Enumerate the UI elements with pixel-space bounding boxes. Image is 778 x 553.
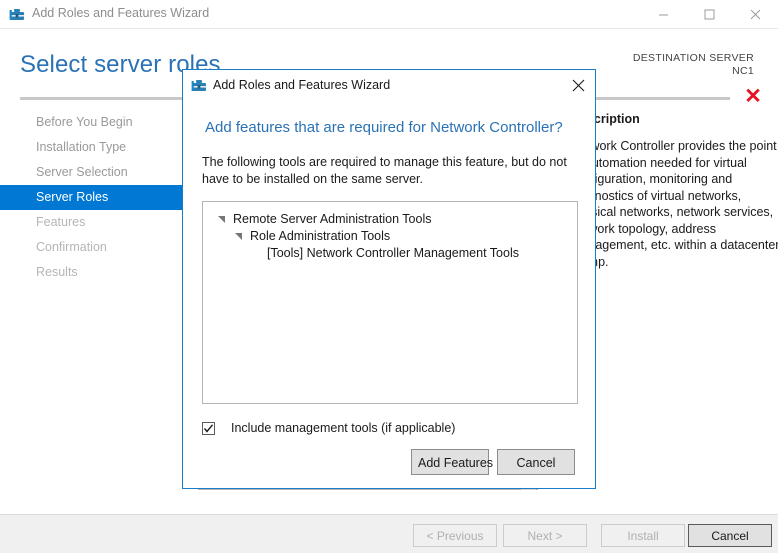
wizard-footer: < Previous Next > Install Cancel (0, 514, 778, 553)
minimize-icon (658, 14, 668, 15)
add-features-button[interactable]: Add Features (411, 449, 493, 475)
window-titlebar: Add Roles and Features Wizard (0, 0, 778, 29)
sidebar-item-results[interactable]: Results (0, 260, 182, 285)
sidebar-item-features[interactable]: Features (0, 210, 182, 235)
sidebar-item-installation-type[interactable]: Installation Type (0, 135, 182, 160)
next-button[interactable]: Next > (503, 524, 587, 547)
include-management-tools-row[interactable]: Include management tools (if applicable) (202, 419, 455, 437)
close-icon (750, 9, 760, 19)
tree-item-network-controller-management-tools[interactable]: [Tools] Network Controller Management To… (203, 245, 577, 262)
dialog-title: Add Roles and Features Wizard (213, 78, 391, 92)
toolbox-icon (9, 6, 25, 22)
required-features-tree[interactable]: Remote Server Administration Tools Role … (202, 201, 578, 404)
error-marker-icon: ✕ (744, 85, 762, 108)
sidebar-item-server-selection[interactable]: Server Selection (0, 160, 182, 185)
wizard-navigation: Before You Begin Installation Type Serve… (0, 106, 182, 285)
description-body: Network Controller provides the point of… (571, 139, 778, 269)
include-management-tools-label: Include management tools (if applicable) (231, 421, 456, 435)
minimize-button[interactable] (640, 0, 686, 28)
maximize-button[interactable] (686, 0, 732, 28)
close-icon (572, 79, 584, 91)
include-management-tools-checkbox[interactable] (202, 421, 215, 435)
maximize-icon (704, 9, 714, 19)
dialog-cancel-button[interactable]: Cancel (497, 449, 575, 475)
tree-item-remote-server-administration-tools[interactable]: Remote Server Administration Tools (203, 211, 577, 228)
tree-item-role-administration-tools[interactable]: Role Administration Tools (203, 228, 577, 245)
sidebar-item-server-roles[interactable]: Server Roles (0, 185, 182, 210)
previous-button[interactable]: < Previous (413, 524, 497, 547)
dialog-body-text: The following tools are required to mana… (202, 155, 567, 186)
dialog-heading: Add features that are required for Netwo… (205, 119, 563, 136)
checkmark-icon (203, 423, 214, 433)
cancel-button[interactable]: Cancel (688, 524, 772, 547)
sidebar-item-before-you-begin[interactable]: Before You Begin (0, 110, 182, 135)
toolbox-icon (191, 77, 207, 93)
destination-server-label: DESTINATION SERVER (632, 52, 754, 64)
expand-triangle-icon[interactable] (234, 232, 243, 241)
sidebar-item-confirmation[interactable]: Confirmation (0, 235, 182, 260)
dialog-titlebar: Add Roles and Features Wizard (183, 70, 595, 100)
dialog-close-button[interactable] (565, 74, 591, 96)
add-roles-wizard-window: Add Roles and Features Wizard Select ser… (0, 0, 778, 553)
install-button[interactable]: Install (601, 524, 685, 547)
tree-item-label: [Tools] Network Controller Management To… (267, 246, 519, 260)
tree-item-label: Role Administration Tools (250, 229, 391, 243)
destination-server-name: NC1 (732, 65, 754, 77)
description-title: Description (571, 112, 640, 126)
window-title: Add Roles and Features Wizard (32, 6, 210, 20)
add-features-dialog: Add Roles and Features Wizard Add featur… (182, 69, 596, 489)
close-button[interactable] (732, 0, 778, 28)
expand-triangle-icon[interactable] (217, 215, 226, 224)
tree-item-label: Remote Server Administration Tools (233, 212, 432, 226)
